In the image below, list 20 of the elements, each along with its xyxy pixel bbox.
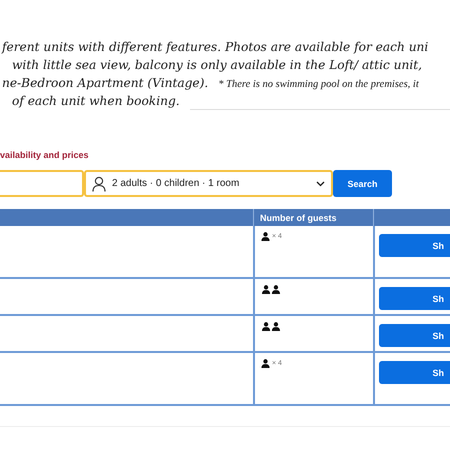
description-text: with little sea view, balcony is only available in the Loft/ attic unit,	[12, 58, 424, 72]
person-icon	[261, 232, 270, 241]
footnote-text: * There is no swimming pool on the premises, it	[218, 79, 419, 90]
description-text: ferent units with different features. Photos are available for each uni	[2, 40, 430, 54]
show-button[interactable]: Sh	[379, 234, 450, 257]
table-header: Number of guests	[253, 209, 373, 226]
section-heading: vailability and prices	[0, 150, 90, 162]
description-text: ne-Bedroon Apartment (Vintage).	[2, 76, 210, 90]
show-button[interactable]: Sh	[379, 287, 450, 310]
chevron-down-icon	[316, 180, 325, 186]
guests-dropdown[interactable]: 2 adults · 0 children · 1 room	[84, 170, 333, 197]
date-field[interactable]	[0, 170, 84, 197]
person-outline-icon	[92, 176, 106, 192]
two-persons-icon	[261, 322, 281, 331]
two-persons-icon	[261, 285, 281, 294]
show-button[interactable]: Sh	[379, 361, 450, 384]
show-button[interactable]: Sh	[379, 324, 450, 347]
person-icon	[261, 359, 270, 368]
description-text: of each unit when booking.	[12, 94, 181, 108]
search-button[interactable]: Search	[333, 170, 392, 197]
